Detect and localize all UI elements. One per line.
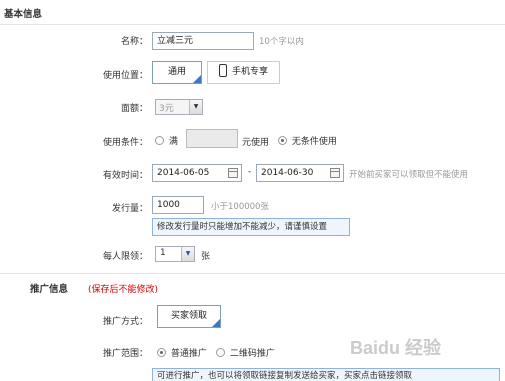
basic-info-title: 基本信息 <box>4 9 43 20</box>
promo-scope-normal-label: 普通推广 <box>170 349 207 359</box>
name-label: 名称： <box>120 37 148 47</box>
divider <box>0 24 505 25</box>
per-person-limit-label: 每人限领： <box>102 252 148 262</box>
divider <box>0 273 505 274</box>
usage-location-label: 使用位置： <box>102 71 148 81</box>
calendar-icon <box>330 168 340 178</box>
start-date-value: 2014-06-05 <box>157 168 210 178</box>
issue-quantity-hint: 小于100000张 <box>211 202 269 212</box>
condition-none-label: 无条件使用 <box>291 137 337 147</box>
mobile-icon <box>218 64 227 77</box>
condition-amount-input[interactable] <box>186 129 238 148</box>
radio-icon <box>216 348 225 357</box>
usage-location-general-option[interactable]: 通用 <box>152 61 202 84</box>
denomination-label: 面额： <box>120 104 148 114</box>
promo-method-value: 买家领取 <box>170 311 207 321</box>
valid-period-hint: 开始前买家可以领取但不能使用 <box>349 170 469 180</box>
calendar-icon <box>228 168 238 178</box>
name-input[interactable]: 立减三元 <box>152 32 254 50</box>
denomination-select[interactable]: 3元 ▼ <box>155 99 203 115</box>
promo-info-note: (保存后不能修改) <box>88 285 159 295</box>
radio-selected-icon <box>157 348 166 357</box>
promo-scope-normal-radio[interactable]: 普通推广 <box>157 346 207 359</box>
issue-quantity-input[interactable]: 1000 <box>152 196 204 214</box>
end-date-input[interactable]: 2014-06-30 <box>256 164 344 182</box>
start-date-input[interactable]: 2014-06-05 <box>152 164 242 182</box>
promo-scope-label: 推广范围： <box>102 349 148 359</box>
date-separator: - <box>248 167 252 177</box>
name-hint: 10个字以内 <box>259 37 304 47</box>
end-date-value: 2014-06-30 <box>261 168 314 178</box>
chevron-down-icon: ▼ <box>189 100 202 114</box>
per-person-limit-value: 1 <box>160 248 166 258</box>
usage-condition-label: 使用条件： <box>102 138 148 148</box>
condition-suffix: 元使用 <box>242 138 270 148</box>
chevron-down-icon: ▼ <box>181 247 194 261</box>
promo-scope-tip: 可进行推广，也可以将领取链接复制发送给买家，买家点击链接领取 <box>152 368 500 381</box>
general-option-label: 通用 <box>167 67 186 77</box>
condition-none-radio[interactable]: 无条件使用 <box>278 134 337 147</box>
promo-scope-qrcode-label: 二维码推广 <box>229 349 275 359</box>
radio-icon <box>155 136 164 145</box>
valid-period-label: 有效时间： <box>102 171 148 181</box>
per-person-limit-select[interactable]: 1 ▼ <box>155 246 195 262</box>
issue-quantity-label: 发行量： <box>111 204 148 214</box>
watermark-logo: Baidu 经验 <box>350 338 442 358</box>
denomination-value: 3元 <box>159 104 174 114</box>
usage-location-mobile-option[interactable]: 手机专享 <box>207 61 280 84</box>
issue-quantity-tip: 修改发行量时只能增加不能减少，请谨慎设置 <box>152 218 350 236</box>
promo-info-title: 推广信息 <box>30 284 69 295</box>
promo-method-label: 推广方式： <box>102 317 148 327</box>
condition-full-label: 满 <box>168 137 178 147</box>
per-person-limit-unit: 张 <box>201 252 211 262</box>
condition-full-radio[interactable]: 满 <box>155 134 178 147</box>
radio-selected-icon <box>278 136 287 145</box>
mobile-option-label: 手机专享 <box>231 67 268 77</box>
promo-scope-qrcode-radio[interactable]: 二维码推广 <box>216 346 275 359</box>
promo-method-option[interactable]: 买家领取 <box>157 305 221 328</box>
